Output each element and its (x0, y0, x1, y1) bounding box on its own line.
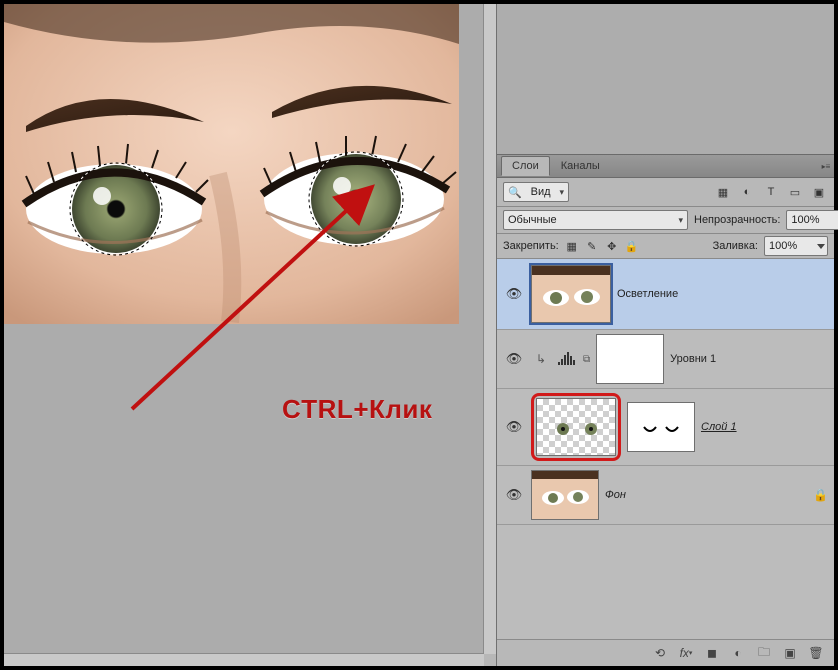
layer-thumbnail[interactable] (531, 470, 599, 520)
layer-mask-thumbnail[interactable] (627, 402, 695, 452)
filter-pixel-icon[interactable]: ▦ (714, 183, 732, 201)
filter-type-icon[interactable]: T (762, 183, 780, 201)
lock-icons: ▦ ✎ ✥ 🔒 (565, 239, 639, 253)
layer-name[interactable]: Уровни 1 (670, 353, 716, 365)
blend-mode-dropdown[interactable]: Обычные ▾ (503, 210, 688, 230)
panels-spacer (497, 4, 834, 154)
blend-mode-value: Обычные (508, 214, 557, 226)
layer-mask-thumbnail[interactable] (596, 334, 664, 384)
layer-thumbnail[interactable] (536, 398, 616, 456)
visibility-toggle[interactable]: 👁 (503, 419, 525, 435)
tab-channels[interactable]: Каналы (550, 156, 611, 176)
visibility-toggle[interactable]: 👁 (503, 286, 525, 302)
layer-row-urovni[interactable]: 👁 ↳ ⧉ Уровни 1 (497, 330, 834, 389)
filter-adjustment-icon[interactable]: ◐ (738, 183, 756, 201)
layer-row-fon[interactable]: 👁 Фон 🔒 (497, 466, 834, 525)
lock-position-icon[interactable]: ✥ (605, 239, 619, 253)
layers-list: 👁 Осветление 👁 ↳ (497, 259, 834, 639)
chevron-down-icon: ▾ (678, 215, 683, 226)
lock-paint-icon[interactable]: ✎ (585, 239, 599, 253)
document-svg (4, 4, 459, 324)
new-layer-button[interactable]: ▣ (782, 645, 798, 661)
lock-transparency-icon[interactable]: ▦ (565, 239, 579, 253)
opacity-label: Непрозрачность: (694, 214, 780, 226)
filter-kind-label: Вид (531, 186, 551, 198)
visibility-toggle[interactable]: 👁 (503, 351, 525, 367)
visibility-toggle[interactable]: 👁 (503, 487, 525, 503)
delete-layer-button[interactable]: 🗑 (808, 645, 824, 661)
filter-smart-icon[interactable]: ▣ (810, 183, 828, 201)
add-mask-button[interactable]: ◼ (704, 645, 720, 661)
chevron-down-icon: ▾ (559, 187, 564, 198)
app-root: CTRL+Клик Слои Каналы ▸≡ 🔍 Вид ▾ (0, 0, 838, 670)
new-adjustment-button[interactable]: ◐ (730, 645, 746, 661)
layer-name[interactable]: Осветление (617, 288, 678, 300)
fill-dropdown[interactable]: 100% (764, 236, 828, 256)
canvas-viewport[interactable]: CTRL+Клик (4, 4, 484, 654)
blend-mode-row: Обычные ▾ Непрозрачность: 100% (497, 207, 834, 234)
fill-value: 100% (769, 240, 797, 252)
lock-icon: 🔒 (813, 488, 828, 502)
lock-label: Закрепить: (503, 240, 559, 252)
canvas-vertical-scrollbar[interactable] (483, 4, 496, 654)
layers-panel-bottom-toolbar: ⟲ fx▾ ◼ ◐ 🗀 ▣ 🗑 (497, 639, 834, 666)
layer-filter-kind-dropdown[interactable]: 🔍 Вид ▾ (503, 182, 569, 202)
opacity-value: 100% (791, 214, 819, 226)
layer-thumbnail[interactable] (531, 265, 611, 323)
clipping-indicator-icon: ↳ (531, 352, 551, 366)
layer-row-sloy1[interactable]: 👁 (497, 389, 834, 466)
panel-menu-button[interactable]: ▸≡ (818, 162, 834, 171)
filter-shape-icon[interactable]: ▭ (786, 183, 804, 201)
panels-column: Слои Каналы ▸≡ 🔍 Вид ▾ ▦ ◐ T ▭ ▣ (496, 4, 834, 666)
lock-row: Закрепить: ▦ ✎ ✥ 🔒 Заливка: 100% (497, 234, 834, 259)
canvas-horizontal-scrollbar[interactable] (4, 653, 484, 666)
callout-highlight (531, 393, 621, 461)
workspace: CTRL+Клик Слои Каналы ▸≡ 🔍 Вид ▾ (4, 4, 834, 666)
document-image[interactable] (4, 4, 459, 324)
layers-panel-tabs: Слои Каналы ▸≡ (497, 154, 834, 178)
search-icon: 🔍 (508, 186, 522, 199)
layer-filter-row: 🔍 Вид ▾ ▦ ◐ T ▭ ▣ (497, 178, 834, 207)
lock-all-icon[interactable]: 🔒 (625, 239, 639, 253)
layer-row-osvetlenie[interactable]: 👁 Осветление (497, 259, 834, 330)
fill-label: Заливка: (713, 240, 758, 252)
tab-layers[interactable]: Слои (501, 156, 550, 176)
chevron-down-icon (817, 244, 825, 249)
link-icon: ⧉ (583, 354, 590, 365)
annotation-text: CTRL+Клик (282, 394, 432, 425)
layer-name[interactable]: Слой 1 (701, 421, 737, 433)
opacity-dropdown[interactable]: 100% (786, 210, 838, 230)
layer-effects-button[interactable]: fx▾ (678, 645, 694, 661)
canvas-scroll-corner (484, 654, 496, 666)
link-layers-button[interactable]: ⟲ (652, 645, 668, 661)
levels-adjustment-icon (557, 350, 577, 369)
canvas-area: CTRL+Клик (4, 4, 496, 666)
new-group-button[interactable]: 🗀 (756, 645, 772, 661)
layer-name[interactable]: Фон (605, 489, 626, 501)
layer-filter-icons: ▦ ◐ T ▭ ▣ (714, 183, 828, 201)
